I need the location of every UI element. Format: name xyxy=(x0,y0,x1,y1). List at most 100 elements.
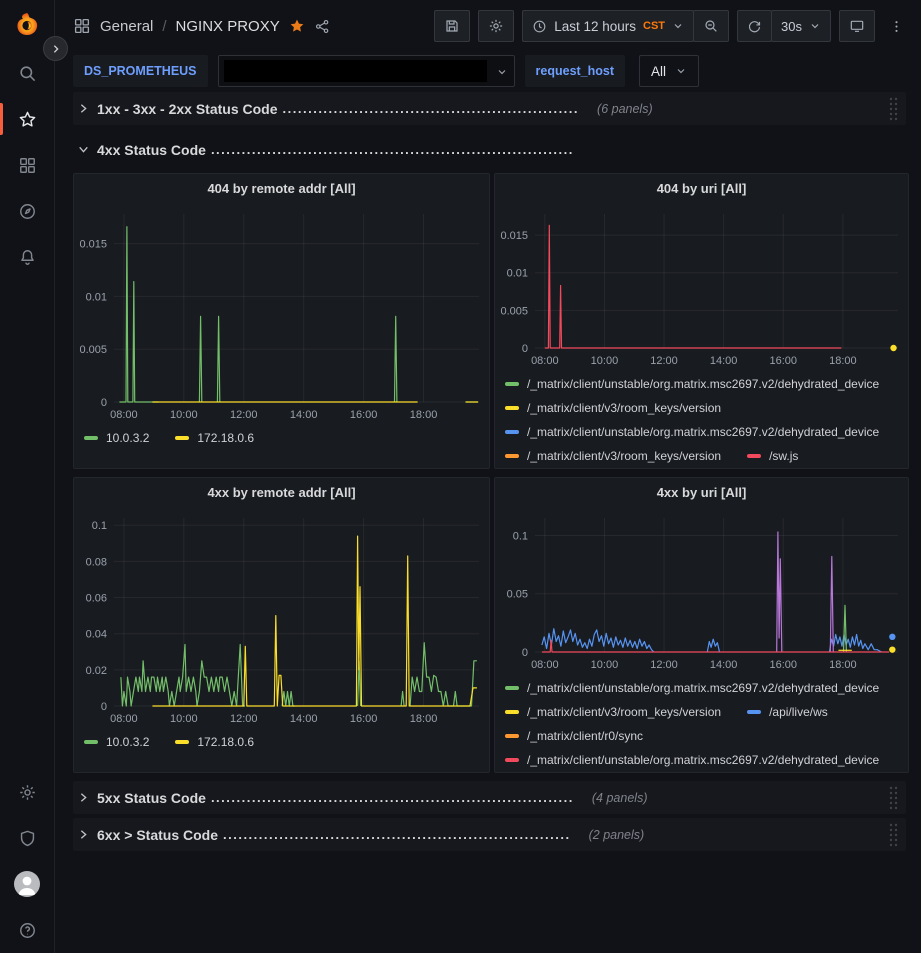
person-icon xyxy=(14,871,40,897)
svg-text:18:00: 18:00 xyxy=(829,659,857,671)
legend-item[interactable]: /_matrix/client/v3/room_keys/version xyxy=(505,401,721,415)
refresh-interval-label: 30s xyxy=(781,19,802,34)
refresh-interval-picker[interactable]: 30s xyxy=(771,10,831,42)
svg-text:0.04: 0.04 xyxy=(86,629,107,641)
svg-text:18:00: 18:00 xyxy=(829,355,857,367)
toolbar: Last 12 hours CST 30s xyxy=(434,10,909,42)
save-icon xyxy=(444,18,460,34)
legend-item[interactable]: 10.0.3.2 xyxy=(84,735,149,749)
sidebar-expand-button[interactable] xyxy=(43,36,68,61)
legend-item[interactable]: /_matrix/client/unstable/org.matrix.msc2… xyxy=(505,377,879,391)
compass-icon xyxy=(18,202,37,221)
panel-4xx-by-uri: 4xx by uri [All] 00.050.108:0010:0012:00… xyxy=(494,477,909,773)
request-host-variable-select[interactable]: All xyxy=(639,55,699,87)
legend-item[interactable]: /_matrix/client/r0/sync xyxy=(505,729,643,743)
star-icon xyxy=(18,110,37,129)
svg-text:0.1: 0.1 xyxy=(513,530,528,542)
svg-text:12:00: 12:00 xyxy=(650,659,678,671)
legend-swatch xyxy=(747,710,761,714)
legend-label: 10.0.3.2 xyxy=(106,735,149,749)
legend-item[interactable]: 172.18.0.6 xyxy=(175,431,254,445)
variables-row: DS_PROMETHEUS request_host All xyxy=(55,52,921,92)
row-title-leader: ........................................… xyxy=(211,142,574,157)
time-series-chart[interactable]: 00.050.108:0010:0012:0014:0016:0018:00 xyxy=(495,508,908,674)
row-drag-handle[interactable] xyxy=(888,822,899,848)
dashboard-content: 1xx - 3xx - 2xx Status Code ............… xyxy=(55,92,921,851)
grafana-dashboard: General / NGINX PROXY Last 12 hours C xyxy=(0,0,921,953)
svg-text:12:00: 12:00 xyxy=(650,355,678,367)
panel-title[interactable]: 404 by uri [All] xyxy=(495,174,908,204)
row-drag-handle[interactable] xyxy=(888,96,899,122)
legend-item[interactable]: /_matrix/client/unstable/org.matrix.msc2… xyxy=(505,425,879,439)
svg-text:10:00: 10:00 xyxy=(170,409,198,421)
svg-text:0.015: 0.015 xyxy=(79,239,107,251)
request-host-variable-label[interactable]: request_host xyxy=(525,55,626,87)
avatar xyxy=(14,871,40,897)
time-series-chart[interactable]: 00.0050.010.01508:0010:0012:0014:0016:00… xyxy=(495,204,908,370)
legend-item[interactable]: /_matrix/client/unstable/org.matrix.msc2… xyxy=(505,681,879,695)
row-title-leader: ........................................… xyxy=(283,101,580,116)
legend-swatch xyxy=(505,686,519,690)
legend: 10.0.3.2 172.18.0.6 xyxy=(74,424,489,468)
legend-item[interactable]: /_matrix/client/v3/room_keys/version xyxy=(505,449,721,463)
bell-icon xyxy=(18,248,37,267)
legend-item[interactable]: 10.0.3.2 xyxy=(84,431,149,445)
panel-title[interactable]: 404 by remote addr [All] xyxy=(74,174,489,204)
row-panel-count: (4 panels) xyxy=(592,791,648,805)
legend-item[interactable]: /sw.js xyxy=(747,449,798,463)
dashboard-grid-icon xyxy=(73,17,91,35)
svg-text:0: 0 xyxy=(522,647,528,659)
shield-icon xyxy=(18,829,37,848)
row-panel-count: (6 panels) xyxy=(597,102,653,116)
row-5xx-collapsed[interactable]: 5xx Status Code ........................… xyxy=(73,781,906,814)
datasource-variable-select[interactable] xyxy=(218,55,515,87)
row-drag-handle[interactable] xyxy=(888,785,899,811)
legend-item[interactable]: 172.18.0.6 xyxy=(175,735,254,749)
cycle-view-mode-button[interactable] xyxy=(839,10,875,42)
panel-title[interactable]: 4xx by remote addr [All] xyxy=(74,478,489,508)
svg-text:08:00: 08:00 xyxy=(110,409,138,421)
legend-item[interactable]: /_matrix/client/v3/room_keys/version xyxy=(505,705,721,719)
row-6xx-collapsed[interactable]: 6xx > Status Code ......................… xyxy=(73,818,906,851)
legend-label: /api/live/ws xyxy=(769,705,828,719)
sidebar-item-help[interactable] xyxy=(0,907,54,953)
time-series-chart[interactable]: 00.020.040.060.080.108:0010:0012:0014:00… xyxy=(74,508,489,728)
save-dashboard-button[interactable] xyxy=(434,10,470,42)
row-title: 6xx > Status Code xyxy=(97,827,218,843)
legend-swatch xyxy=(505,734,519,738)
star-filled-icon[interactable] xyxy=(289,18,305,34)
svg-text:0.02: 0.02 xyxy=(86,665,107,677)
svg-text:0: 0 xyxy=(522,343,528,355)
zoom-out-time-button[interactable] xyxy=(693,10,729,42)
more-options-button[interactable] xyxy=(883,10,909,42)
share-icon[interactable] xyxy=(314,18,331,35)
refresh-button[interactable] xyxy=(737,10,772,42)
sidebar-item-starred[interactable] xyxy=(0,96,54,142)
time-range-picker[interactable]: Last 12 hours CST xyxy=(522,10,694,42)
legend-item[interactable]: /api/live/ws xyxy=(747,705,828,719)
panel-title[interactable]: 4xx by uri [All] xyxy=(495,478,908,508)
breadcrumb-dashboard-title[interactable]: NGINX PROXY xyxy=(176,18,280,35)
sidebar-item-dashboards[interactable] xyxy=(0,142,54,188)
chevron-right-icon xyxy=(77,102,97,115)
breadcrumb-folder[interactable]: General xyxy=(100,18,153,35)
time-series-chart[interactable]: 00.0050.010.01508:0010:0012:0014:0016:00… xyxy=(74,204,489,424)
legend-label: /_matrix/client/v3/room_keys/version xyxy=(527,705,721,719)
legend-swatch xyxy=(505,454,519,458)
row-4xx-expanded[interactable]: 4xx Status Code ........................… xyxy=(73,133,906,166)
search-icon xyxy=(18,64,37,83)
datasource-variable-label[interactable]: DS_PROMETHEUS xyxy=(73,55,208,87)
legend-item[interactable]: /_matrix/client/unstable/org.matrix.msc2… xyxy=(505,753,879,767)
dashboard-settings-button[interactable] xyxy=(478,10,514,42)
legend: 10.0.3.2 172.18.0.6 xyxy=(74,728,489,772)
sidebar-item-alerting[interactable] xyxy=(0,234,54,280)
svg-text:0.005: 0.005 xyxy=(500,305,528,317)
legend-swatch xyxy=(747,454,761,458)
row-1xx-3xx-2xx-collapsed[interactable]: 1xx - 3xx - 2xx Status Code ............… xyxy=(73,92,906,125)
sidebar-item-profile[interactable] xyxy=(0,861,54,907)
sidebar-item-configuration[interactable] xyxy=(0,769,54,815)
legend-label: 172.18.0.6 xyxy=(197,735,254,749)
sidebar-item-explore[interactable] xyxy=(0,188,54,234)
legend: /_matrix/client/unstable/org.matrix.msc2… xyxy=(495,370,908,468)
sidebar-item-server-admin[interactable] xyxy=(0,815,54,861)
